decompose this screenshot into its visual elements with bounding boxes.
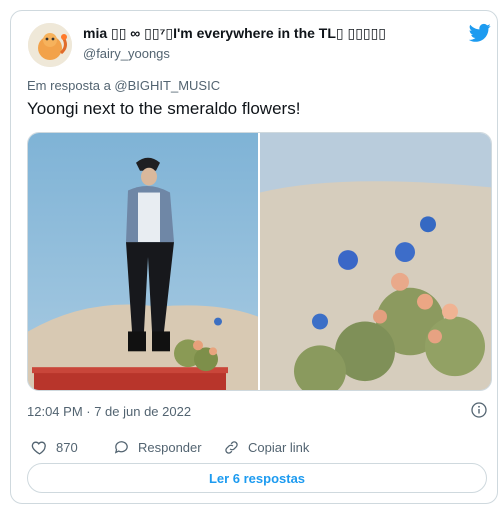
read-replies-label: Ler 6 respostas bbox=[208, 470, 306, 486]
copy-link-button[interactable]: Copiar link bbox=[223, 439, 309, 456]
reply-button[interactable]: Responder bbox=[113, 439, 202, 456]
reply-bubble-icon bbox=[114, 441, 128, 454]
avatar-image bbox=[28, 23, 72, 67]
heart-icon bbox=[31, 441, 46, 455]
media-photo-right[interactable] bbox=[260, 133, 492, 390]
tweet-text: Yoongi next to the smeraldo flowers! bbox=[27, 99, 301, 118]
reply-label: Responder bbox=[138, 440, 202, 455]
avatar[interactable] bbox=[28, 23, 72, 67]
link-icon bbox=[225, 441, 238, 454]
author-handle[interactable]: @fairy_yoongs bbox=[83, 46, 170, 61]
like-button[interactable]: 870 bbox=[31, 439, 78, 456]
tweet-media[interactable] bbox=[27, 132, 492, 391]
info-icon[interactable] bbox=[471, 402, 487, 418]
author-name[interactable]: mia ▯▯ ∞ ▯▯⁷▯I'm everywhere in the TL▯ ▯… bbox=[83, 25, 386, 42]
tweet-card[interactable]: mia ▯▯ ∞ ▯▯⁷▯I'm everywhere in the TL▯ ▯… bbox=[10, 10, 498, 504]
twitter-bird-icon[interactable] bbox=[469, 23, 491, 43]
tweet-actions: 870 Responder Copiar link bbox=[27, 439, 487, 459]
read-replies-button[interactable]: Ler 6 respostas bbox=[27, 463, 487, 493]
tweet-timestamp[interactable]: 12:04 PM · 7 de jun de 2022 bbox=[27, 404, 191, 419]
like-count: 870 bbox=[56, 440, 78, 455]
replying-to: Em resposta a @BIGHIT_MUSIC bbox=[27, 78, 221, 93]
copy-link-label: Copiar link bbox=[248, 440, 310, 455]
media-photo-left[interactable] bbox=[28, 133, 258, 390]
